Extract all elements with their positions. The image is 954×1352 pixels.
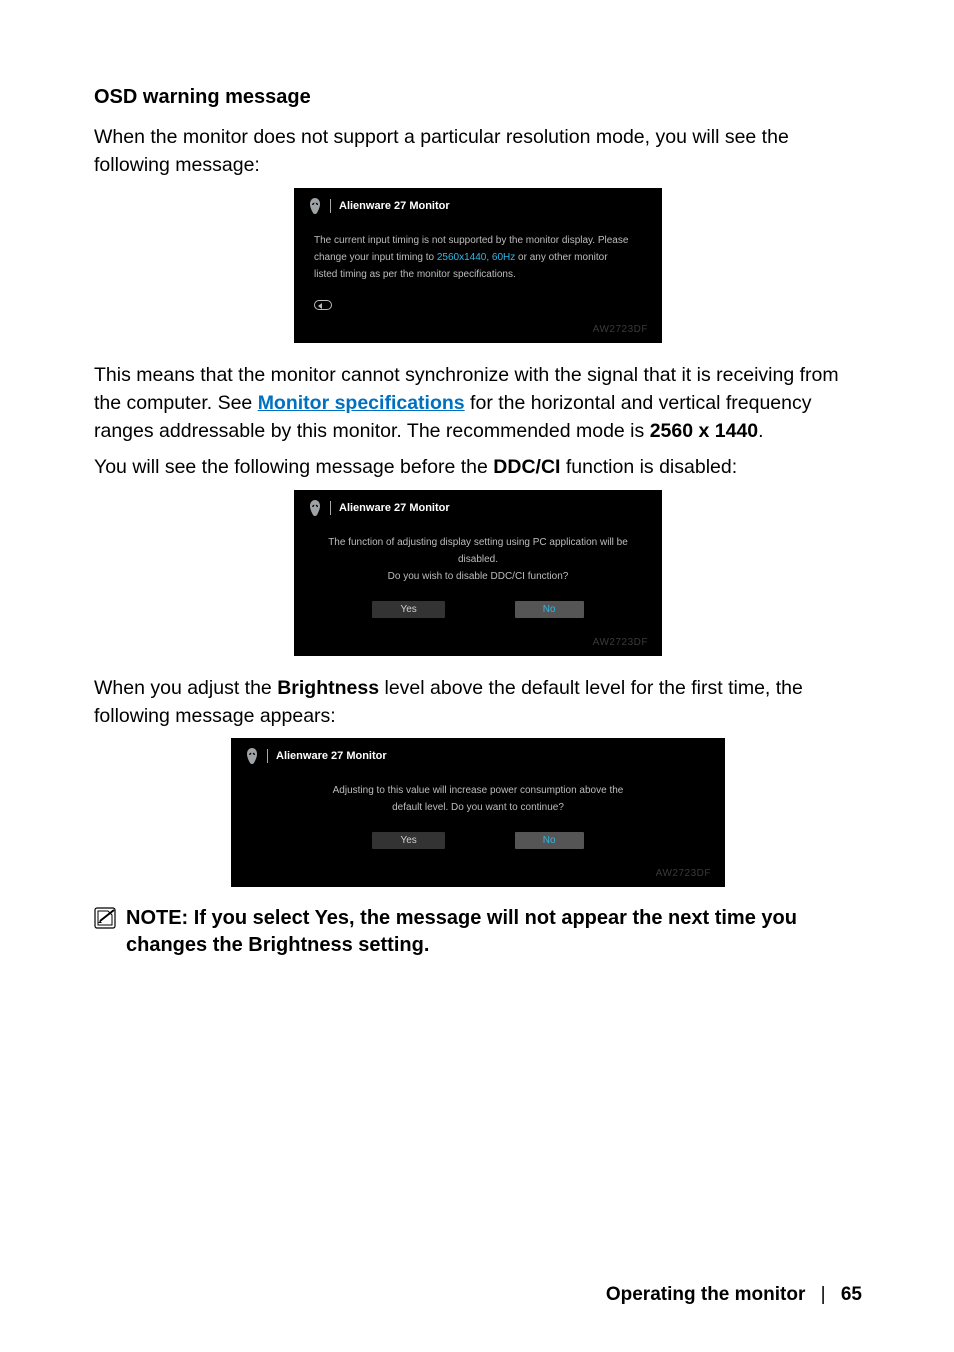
osd-line: Adjusting to this value will increase po… xyxy=(261,782,695,799)
page-footer: Operating the monitor | 65 xyxy=(606,1284,862,1306)
osd-title: Alienware 27 Monitor xyxy=(330,501,450,515)
back-icon[interactable] xyxy=(314,300,332,310)
brightness-term: Brightness xyxy=(277,677,379,699)
osd-line: default level. Do you want to continue? xyxy=(261,799,695,816)
text-run: . xyxy=(758,420,763,442)
osd-button-row: Yes No xyxy=(294,595,662,628)
paragraph-ddcci: You will see the following message befor… xyxy=(94,453,862,481)
osd-header: Alienware 27 Monitor xyxy=(294,490,662,522)
osd-button-row: Yes No xyxy=(231,826,725,859)
osd-highlight-resolution: 2560x1440, 60Hz xyxy=(437,252,515,263)
section-heading: OSD warning message xyxy=(94,86,862,109)
alienware-logo-icon xyxy=(308,198,322,214)
alienware-logo-icon xyxy=(245,748,259,764)
note-block: NOTE: If you select Yes, the message wil… xyxy=(94,905,862,959)
osd-dialog-brightness: Alienware 27 Monitor Adjusting to this v… xyxy=(231,738,725,887)
yes-button[interactable]: Yes xyxy=(372,832,444,849)
osd-line: listed timing as per the monitor specifi… xyxy=(314,266,642,283)
paragraph-sync-explain: This means that the monitor cannot synch… xyxy=(94,361,862,446)
osd-model-label: AW2723DF xyxy=(656,868,711,879)
footer-separator: | xyxy=(821,1284,826,1305)
no-button[interactable]: No xyxy=(515,601,584,618)
osd-line: Do you wish to disable DDC/CI function? xyxy=(324,568,632,585)
osd-text: change your input timing to xyxy=(314,252,437,263)
osd-header: Alienware 27 Monitor xyxy=(231,738,725,770)
osd-back-row xyxy=(294,297,662,315)
osd-model-label: AW2723DF xyxy=(593,324,648,335)
alienware-logo-icon xyxy=(308,500,322,516)
osd-line: The function of adjusting display settin… xyxy=(324,534,632,551)
paragraph-intro-resolution: When the monitor does not support a part… xyxy=(94,123,862,180)
osd-model-label: AW2723DF xyxy=(593,637,648,648)
note-text: NOTE: If you select Yes, the message wil… xyxy=(126,905,862,959)
osd-line: The current input timing is not supporte… xyxy=(314,232,642,249)
osd-text: or any other monitor xyxy=(515,252,607,263)
no-button[interactable]: No xyxy=(515,832,584,849)
osd-message: The function of adjusting display settin… xyxy=(294,522,662,595)
osd-message: The current input timing is not supporte… xyxy=(294,220,662,293)
osd-dialog-timing: Alienware 27 Monitor The current input t… xyxy=(294,188,662,343)
osd-line: disabled. xyxy=(324,551,632,568)
yes-button[interactable]: Yes xyxy=(372,601,444,618)
note-icon xyxy=(94,907,116,929)
link-monitor-specifications[interactable]: Monitor specifications xyxy=(258,392,465,414)
osd-message: Adjusting to this value will increase po… xyxy=(231,770,725,826)
footer-section-title: Operating the monitor xyxy=(606,1284,806,1305)
recommended-mode: 2560 x 1440 xyxy=(650,420,758,442)
text-run: When you adjust the xyxy=(94,677,277,699)
osd-header: Alienware 27 Monitor xyxy=(294,188,662,220)
paragraph-brightness: When you adjust the Brightness level abo… xyxy=(94,674,862,731)
footer-page-number: 65 xyxy=(841,1284,862,1305)
ddcci-term: DDC/CI xyxy=(493,456,560,478)
text-run: function is disabled: xyxy=(560,456,737,478)
osd-dialog-ddcci: Alienware 27 Monitor The function of adj… xyxy=(294,490,662,656)
osd-title: Alienware 27 Monitor xyxy=(267,749,387,763)
text-run: You will see the following message befor… xyxy=(94,456,493,478)
osd-title: Alienware 27 Monitor xyxy=(330,199,450,213)
osd-line: change your input timing to 2560x1440, 6… xyxy=(314,249,642,266)
